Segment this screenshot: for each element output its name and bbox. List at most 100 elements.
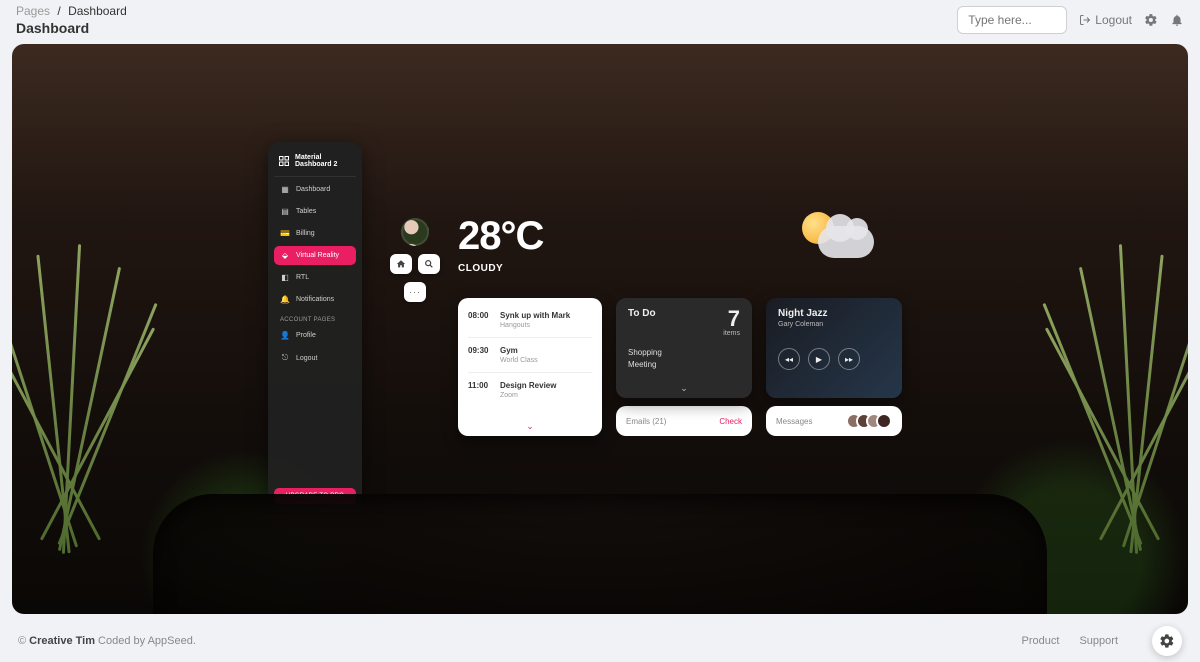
settings-icon[interactable] — [1144, 13, 1158, 27]
skip-forward-icon: ▸▸ — [845, 355, 853, 364]
search-button[interactable] — [418, 254, 440, 274]
todo-count: 7 items — [723, 308, 740, 337]
search-icon — [424, 259, 434, 269]
sidebar-item-dashboard[interactable]: ▦ Dashboard — [274, 180, 356, 199]
schedule-row[interactable]: 09:30 Gym World Class — [458, 341, 602, 369]
schedule-time: 09:30 — [468, 346, 494, 364]
emails-check-link[interactable]: Check — [719, 417, 742, 426]
breadcrumb-separator: / — [57, 4, 60, 18]
gear-icon — [1159, 633, 1175, 649]
todo-column: To Do 7 items Shopping Meeting ⌄ Emails … — [616, 298, 752, 436]
schedule-title: Synk up with Mark — [500, 311, 570, 320]
avatar[interactable] — [401, 218, 429, 246]
sidebar-section-label: ACCOUNT PAGES — [280, 317, 352, 323]
brand-icon — [278, 155, 290, 167]
emails-card[interactable]: Emails (21) Check — [616, 406, 752, 436]
more-button[interactable]: ··· — [404, 282, 426, 302]
schedule-card: 08:00 Synk up with Mark Hangouts 09:30 G… — [458, 298, 602, 436]
play-icon: ▶ — [816, 355, 822, 364]
music-column: Night Jazz Gary Coleman ◂◂ ▶ ▸▸ Messages — [766, 298, 902, 436]
sidebar-item-label: Billing — [296, 230, 315, 237]
sidebar-brand[interactable]: Material Dashboard 2 — [274, 150, 356, 177]
todo-count-label: items — [723, 330, 740, 337]
notifications-icon: 🔔 — [280, 295, 290, 304]
sidebar-item-billing[interactable]: 💳 Billing — [274, 224, 356, 243]
messages-avatars — [846, 413, 892, 429]
avatar[interactable] — [876, 413, 892, 429]
schedule-time: 11:00 — [468, 381, 494, 399]
sidebar-item-profile[interactable]: 👤 Profile — [274, 326, 356, 345]
footer-links: Product Support — [1022, 626, 1182, 656]
sidebar-item-label: RTL — [296, 274, 309, 281]
sidebar-item-label: Virtual Reality — [296, 252, 339, 259]
schedule-sub: Zoom — [500, 392, 556, 399]
cards-row: 08:00 Synk up with Mark Hangouts 09:30 G… — [458, 298, 902, 436]
billing-icon: 💳 — [280, 229, 290, 238]
sidebar-item-label: Notifications — [296, 296, 334, 303]
weather-condition: CLOUDY — [458, 263, 543, 274]
ellipsis-icon: ··· — [409, 287, 421, 297]
sidebar-item-label: Tables — [296, 208, 316, 215]
todo-card: To Do 7 items Shopping Meeting ⌄ — [616, 298, 752, 398]
bell-icon[interactable] — [1170, 13, 1184, 27]
logout-label: Logout — [1095, 13, 1132, 27]
todo-expand[interactable]: ⌄ — [616, 383, 752, 394]
schedule-title: Design Review — [500, 381, 556, 390]
temperature: 28°C — [458, 214, 543, 259]
footer: © Creative Tim Coded by AppSeed. Product… — [0, 622, 1200, 662]
music-card: Night Jazz Gary Coleman ◂◂ ▶ ▸▸ — [766, 298, 902, 398]
skip-back-icon: ◂◂ — [785, 355, 793, 364]
logout-icon — [1079, 14, 1091, 26]
prev-button[interactable]: ◂◂ — [778, 348, 800, 370]
schedule-sub: Hangouts — [500, 322, 570, 329]
pill-row — [390, 254, 440, 274]
sidebar-item-tables[interactable]: ▤ Tables — [274, 202, 356, 221]
stage: Material Dashboard 2 ▦ Dashboard ▤ Table… — [12, 44, 1188, 614]
topbar: Pages / Dashboard Dashboard Logout — [0, 0, 1200, 42]
breadcrumb-current: Dashboard — [68, 4, 127, 18]
decor-plant-right — [1048, 234, 1188, 554]
play-button[interactable]: ▶ — [808, 348, 830, 370]
upgrade-button[interactable]: UPGRADE TO PRO — [274, 488, 356, 504]
sidebar-item-rtl[interactable]: ◧ RTL — [274, 268, 356, 287]
quick-column: ··· — [390, 218, 440, 302]
sidebar-item-label: Logout — [296, 355, 317, 362]
emails-label: Emails (21) — [626, 417, 666, 426]
breadcrumb-block: Pages / Dashboard Dashboard — [16, 4, 127, 36]
search-input[interactable] — [957, 6, 1067, 34]
music-title: Night Jazz — [778, 308, 890, 319]
music-artist: Gary Coleman — [778, 321, 890, 328]
cloud-icon — [818, 226, 874, 258]
chevron-down-icon: ⌄ — [680, 383, 688, 393]
breadcrumb: Pages / Dashboard — [16, 4, 127, 18]
todo-count-number: 7 — [728, 306, 740, 331]
home-icon — [396, 259, 406, 269]
schedule-row[interactable]: 08:00 Synk up with Mark Hangouts — [458, 306, 602, 334]
sidebar-item-logout[interactable]: ⎋ Logout — [274, 348, 356, 368]
messages-label: Messages — [776, 417, 812, 426]
breadcrumb-root[interactable]: Pages — [16, 4, 50, 18]
schedule-row[interactable]: 11:00 Design Review Zoom — [458, 376, 602, 404]
sidebar-item-notifications[interactable]: 🔔 Notifications — [274, 290, 356, 309]
home-button[interactable] — [390, 254, 412, 274]
todo-title: To Do — [628, 308, 656, 319]
rtl-icon: ◧ — [280, 273, 290, 282]
top-right: Logout — [957, 6, 1184, 34]
messages-card[interactable]: Messages — [766, 406, 902, 436]
logout-icon: ⎋ — [280, 353, 290, 363]
schedule-time: 08:00 — [468, 311, 494, 329]
vr-icon: ⬙ — [280, 251, 290, 260]
next-button[interactable]: ▸▸ — [838, 348, 860, 370]
sidebar-item-label: Profile — [296, 332, 316, 339]
sidebar-item-virtual-reality[interactable]: ⬙ Virtual Reality — [274, 246, 356, 265]
schedule-title: Gym — [500, 346, 538, 355]
sidebar-brand-label: Material Dashboard 2 — [295, 154, 352, 168]
logout-link[interactable]: Logout — [1079, 13, 1132, 27]
schedule-expand[interactable]: ⌄ — [458, 421, 602, 432]
music-controls: ◂◂ ▶ ▸▸ — [778, 348, 890, 370]
chevron-down-icon: ⌄ — [526, 421, 534, 431]
weather-widget: 28°C CLOUDY — [458, 214, 543, 274]
sidebar-item-label: Dashboard — [296, 186, 330, 193]
todo-item: Shopping — [628, 347, 740, 359]
settings-fab[interactable] — [1152, 626, 1182, 656]
